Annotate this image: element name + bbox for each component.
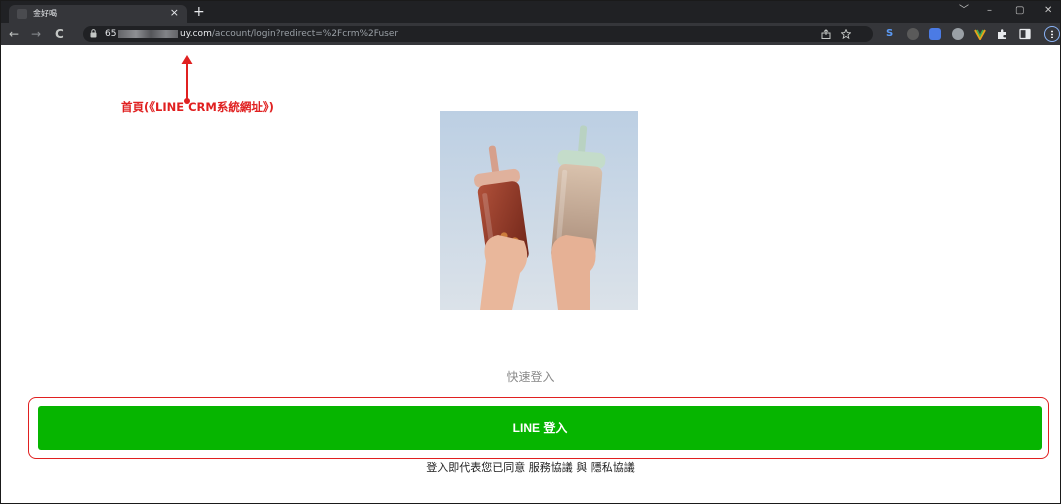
puzzle-icon[interactable] bbox=[996, 28, 1008, 40]
annotation-arrow-icon bbox=[181, 55, 193, 104]
url-host-prefix: 65 bbox=[105, 29, 117, 39]
browser-window: 金好喝 × + ﹀ – ▢ ✕ ← → C 65 uy.com/account/… bbox=[0, 0, 1061, 504]
forward-button[interactable]: → bbox=[31, 26, 41, 42]
w-extension-icon[interactable] bbox=[907, 28, 919, 40]
address-bar[interactable]: 65 uy.com/account/login?redirect=%2Fcrm%… bbox=[83, 26, 873, 42]
translate-extension-icon[interactable] bbox=[929, 28, 941, 40]
tab-title: 金好喝 bbox=[33, 9, 57, 18]
profile-menu-button[interactable] bbox=[1044, 26, 1060, 42]
tab-search-icon[interactable]: ﹀ bbox=[959, 4, 969, 18]
tab-strip: 金好喝 × + ﹀ – ▢ ✕ bbox=[1, 1, 1060, 23]
tab-close-icon[interactable]: × bbox=[170, 6, 179, 20]
tab-favicon-icon bbox=[17, 9, 27, 19]
browser-tab[interactable]: 金好喝 × bbox=[9, 5, 187, 23]
share-icon[interactable] bbox=[821, 29, 831, 39]
line-login-button[interactable]: LINE 登入 bbox=[38, 406, 1042, 450]
privacy-link[interactable]: 隱私協議 bbox=[591, 461, 635, 474]
color-extension-icon[interactable] bbox=[974, 28, 986, 40]
star-icon[interactable] bbox=[841, 29, 851, 39]
browser-toolbar: ← → C 65 uy.com/account/login?redirect=%… bbox=[1, 23, 1060, 45]
agreement-text: 登入即代表您已同意 服務協議 與 隱私協議 bbox=[1, 460, 1060, 475]
url-redaction bbox=[118, 30, 178, 38]
sidepanel-icon[interactable] bbox=[1019, 28, 1031, 40]
maximize-button[interactable]: ▢ bbox=[1015, 4, 1024, 18]
bubble-tea-cups-image bbox=[440, 111, 638, 310]
close-window-button[interactable]: ✕ bbox=[1044, 4, 1052, 18]
agreement-prefix: 登入即代表您已同意 bbox=[426, 461, 526, 474]
back-button[interactable]: ← bbox=[9, 26, 19, 42]
lock-icon[interactable] bbox=[90, 29, 97, 38]
menu-dots-icon bbox=[1051, 30, 1053, 38]
gear-extension-icon[interactable] bbox=[952, 28, 964, 40]
url-path: /account/login?redirect=%2Fcrm%2Fuser bbox=[211, 29, 399, 39]
login-title: 快速登入 bbox=[506, 370, 555, 384]
reload-button[interactable]: C bbox=[55, 26, 64, 42]
terms-link[interactable]: 服務協議 bbox=[529, 461, 573, 474]
s-extension-icon[interactable]: S bbox=[886, 26, 893, 42]
url-domain: uy.com bbox=[180, 29, 212, 39]
agreement-conjunction: 與 bbox=[576, 461, 588, 474]
minimize-button[interactable]: – bbox=[987, 4, 992, 18]
new-tab-button[interactable]: + bbox=[193, 4, 205, 20]
annotation-label: 首頁(《LINE CRM系統網址》) bbox=[121, 100, 274, 114]
url-text: uy.com/account/login?redirect=%2Fcrm%2Fu… bbox=[180, 27, 398, 41]
